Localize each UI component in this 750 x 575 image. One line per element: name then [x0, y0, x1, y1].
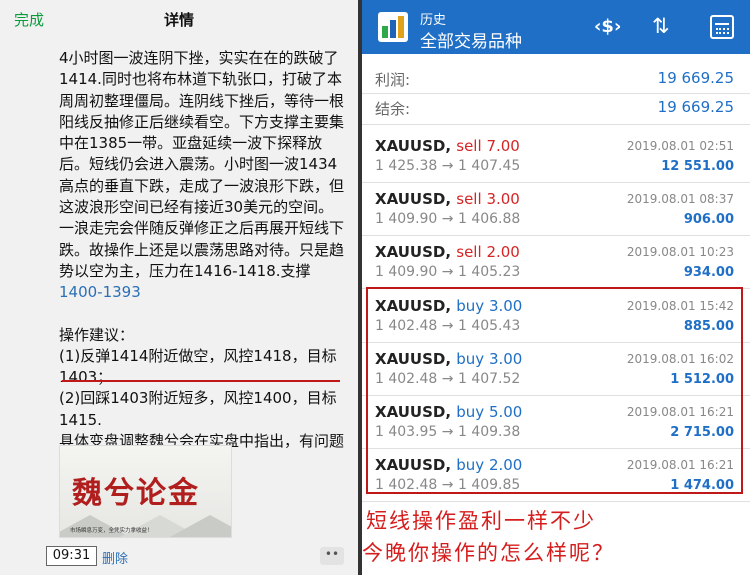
- timestamp: 09:31: [46, 546, 97, 566]
- mountain-shape: [170, 515, 231, 537]
- delete-button[interactable]: 删除: [102, 548, 128, 567]
- banner-title: 魏兮论金: [72, 476, 200, 511]
- trade-profit: 934.00: [683, 265, 734, 280]
- trade-lots: 7.00: [486, 137, 520, 155]
- chat-detail-panel: 完成 详情 4小时图一波连阴下挫，实实在在的跌破了1414.同时也将布林道下轨张…: [0, 0, 358, 575]
- balance-label: 结余:: [375, 100, 411, 118]
- balance-value: 19 669.25: [657, 98, 734, 116]
- caption-line-1: 短线操作盈利一样不少: [366, 509, 596, 533]
- sort-icon[interactable]: ⇅: [652, 14, 670, 38]
- trade-lots: 2.00: [486, 243, 520, 261]
- highlight-underline: [62, 380, 340, 382]
- trade-profit: 12 551.00: [661, 159, 734, 174]
- trade-symbol: XAUUSD, sell 2.00: [375, 243, 520, 261]
- symbol-filter[interactable]: 全部交易品种: [420, 27, 522, 52]
- trade-prices: 1 425.38 → 1 407.45: [375, 158, 521, 174]
- banner-subtitle: 市场瞬息万变，全凭实力拿收益！: [70, 528, 153, 534]
- trade-symbol: XAUUSD, sell 7.00: [375, 137, 520, 155]
- trade-symbol: XAUUSD, sell 3.00: [375, 190, 520, 208]
- trade-date: 2019.08.01 10:23: [626, 245, 734, 259]
- mt4-logo-icon[interactable]: [378, 12, 408, 42]
- trade-side: sell 3.00: [456, 190, 520, 208]
- advice-item-1: (1)反弹1414附近做空，风控1418，目标1403；: [59, 346, 337, 387]
- brand-banner-image[interactable]: 魏兮论金 市场瞬息万变，全凭实力拿收益！: [59, 445, 232, 538]
- calendar-icon[interactable]: [710, 15, 734, 39]
- buy-trades-highlight-box: [366, 287, 743, 494]
- trade-side: sell 7.00: [456, 137, 520, 155]
- caption-line-2: 今晚你操作的怎么样呢？: [362, 541, 615, 565]
- trade-lots: 3.00: [486, 190, 520, 208]
- profit-label: 利润:: [375, 71, 411, 89]
- balance-row: 结余: 19 669.25: [362, 93, 750, 121]
- trade-side: sell 2.00: [456, 243, 520, 261]
- analysis-paragraph: 4小时图一波连阴下挫，实实在在的跌破了1414.同时也将布林道下轨张口，打破了本…: [59, 48, 347, 304]
- trade-profit: 906.00: [683, 212, 734, 227]
- trade-prices: 1 409.90 → 1 406.88: [375, 211, 521, 227]
- detail-header: 完成 详情: [0, 0, 358, 38]
- support-range-link[interactable]: 1400-1393: [59, 283, 141, 301]
- page-title: 详情: [163, 11, 194, 29]
- trade-row[interactable]: XAUUSD, sell 3.00 1 409.90 → 1 406.88 2019…: [362, 183, 750, 236]
- app-topbar: 历史 全部交易品种 ‹$› ⇅: [362, 0, 750, 54]
- trade-row[interactable]: XAUUSD, sell 2.00 1 409.90 → 1 405.23 2019…: [362, 236, 750, 289]
- topbar-title: 历史: [420, 13, 447, 28]
- advice-title: 操作建议：: [59, 325, 135, 344]
- advice-item-2: (2)回踩1403附近短多，风控1400，目标1415.: [59, 389, 337, 429]
- profit-value: 19 669.25: [657, 69, 734, 87]
- trade-row[interactable]: XAUUSD, sell 7.00 1 425.38 → 1 407.45 2019…: [362, 130, 750, 183]
- article-body: 4小时图一波连阴下挫，实实在在的跌破了1414.同时也将布林道下轨张口，打破了本…: [59, 48, 347, 474]
- analysis-text: 4小时图一波连阴下挫，实实在在的跌破了1414.同时也将布林道下轨张口，打破了本…: [59, 49, 345, 280]
- currency-exchange-icon[interactable]: ‹$›: [594, 16, 621, 37]
- trade-prices: 1 409.90 → 1 405.23: [375, 264, 521, 280]
- profit-row: 利润: 19 669.25: [362, 64, 750, 92]
- more-options-button[interactable]: ••: [320, 547, 344, 565]
- trade-date: 2019.08.01 02:51: [626, 139, 734, 153]
- trade-date: 2019.08.01 08:37: [626, 192, 734, 206]
